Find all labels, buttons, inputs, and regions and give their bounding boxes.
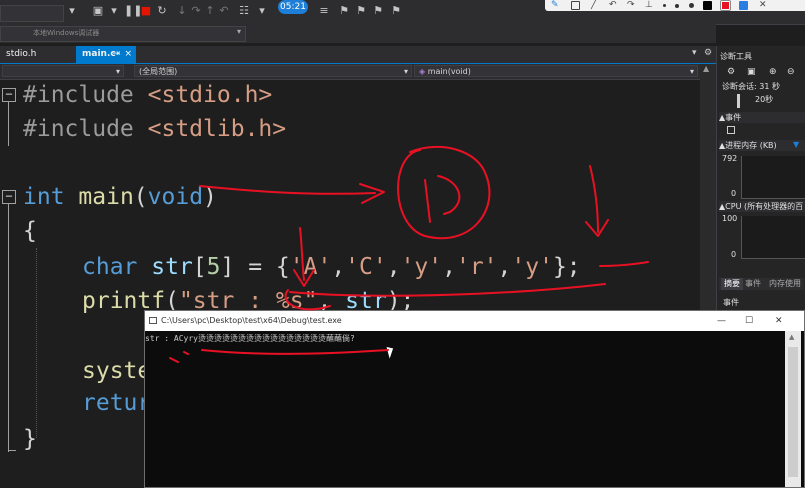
pen-annotations bbox=[169, 145, 649, 363]
arrow-after-array bbox=[599, 261, 649, 267]
tick-output bbox=[169, 351, 189, 363]
circle-one bbox=[397, 145, 491, 240]
arrow-down-right bbox=[589, 165, 599, 233]
arrow-down-left bbox=[299, 227, 305, 281]
circle-one-digit bbox=[424, 175, 461, 223]
underline-array bbox=[289, 283, 606, 297]
arrow-to-main bbox=[199, 185, 376, 195]
underline-output bbox=[201, 349, 389, 355]
